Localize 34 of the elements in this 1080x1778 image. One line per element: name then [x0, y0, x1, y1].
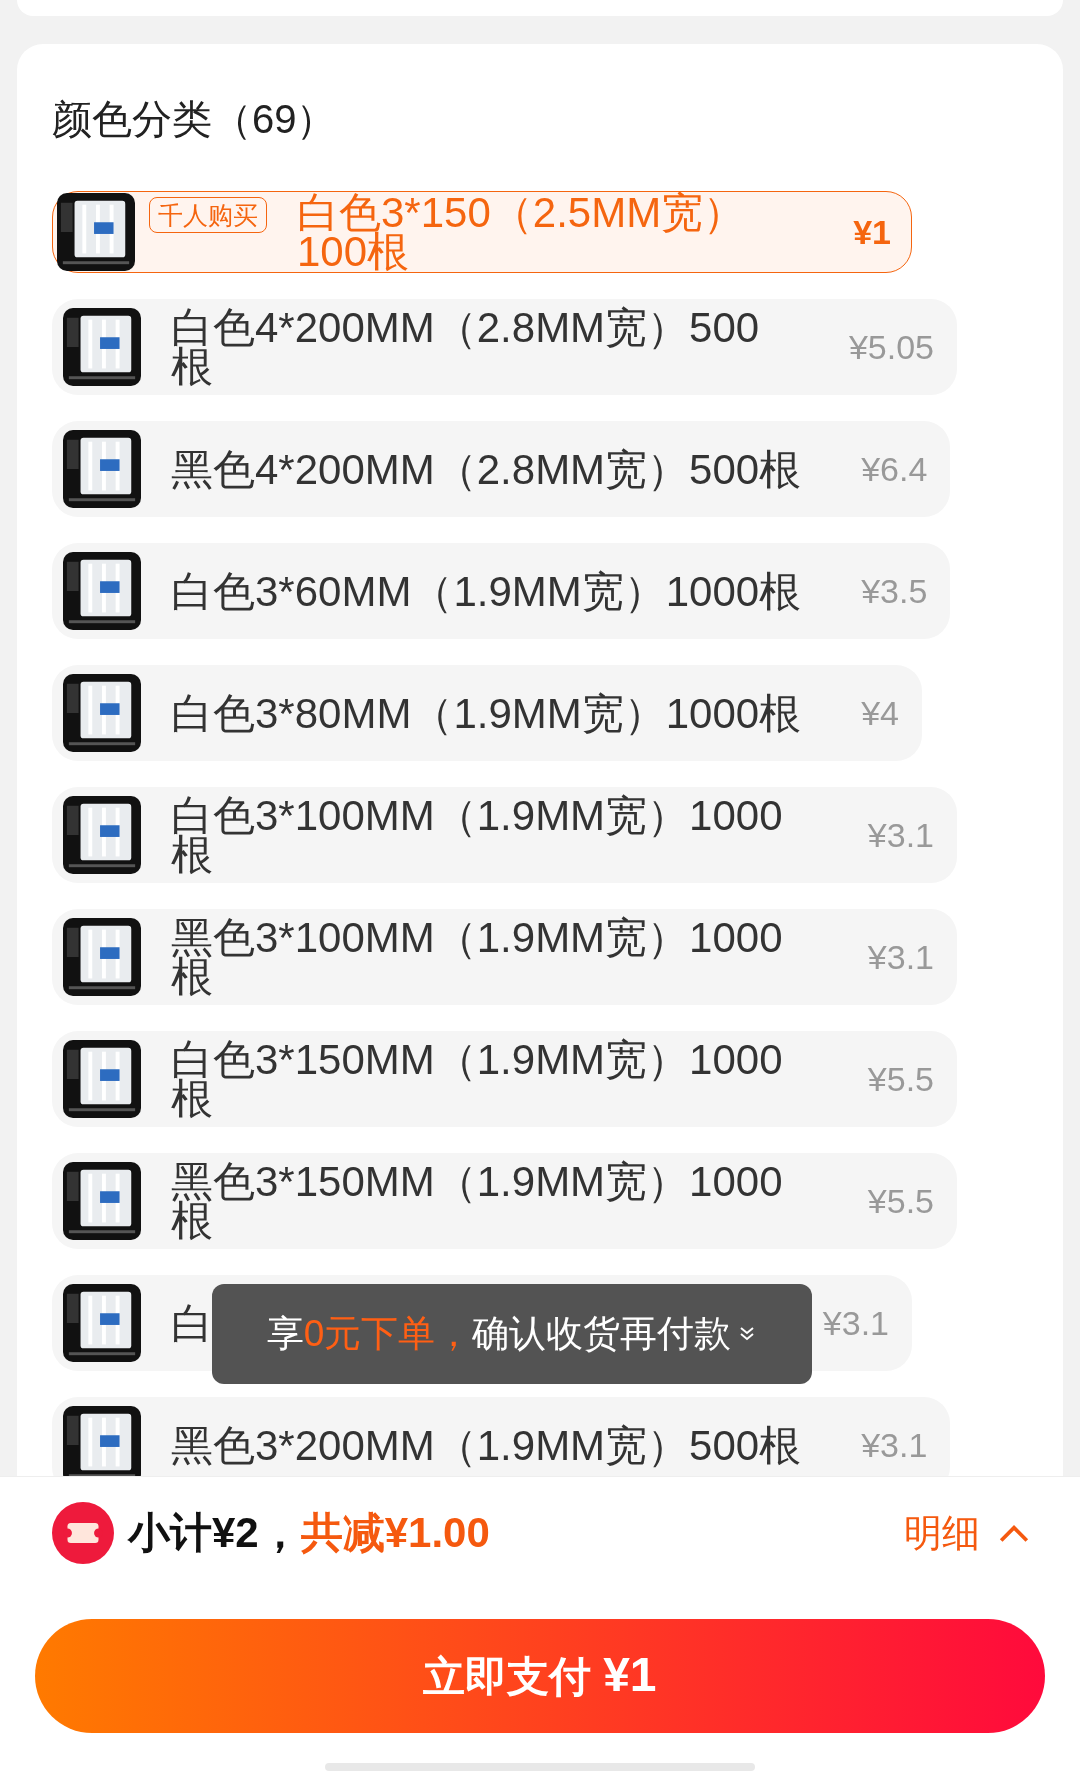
price: ¥3.1: [860, 1425, 928, 1465]
discount-text: 共减¥1.00: [300, 1508, 490, 1558]
option-row[interactable]: 白色3*150MM（1.9MM宽）1000根 ¥5.5: [52, 1031, 957, 1127]
price: ¥6.4: [860, 449, 928, 489]
option-name: 白色3*100MM（1.9MM宽）1000根: [171, 796, 784, 874]
payment-toast[interactable]: 享0元下单，确认收货再付款: [212, 1284, 812, 1384]
price: ¥3.1: [821, 1303, 889, 1343]
price: ¥5.05: [847, 327, 934, 367]
option-name: 白色4*200MM（2.8MM宽）500根: [171, 308, 761, 386]
coupon-icon: [52, 1502, 114, 1564]
option-name: 白: [171, 1303, 213, 1343]
section-title: 颜色分类（69）: [52, 96, 338, 143]
option-row[interactable]: 黑色3*100MM（1.9MM宽）1000根 ¥3.1: [52, 909, 957, 1005]
option-name: 黑色3*100MM（1.9MM宽）1000根: [171, 918, 784, 996]
option-row[interactable]: 黑色4*200MM（2.8MM宽）500根 ¥6.4: [52, 421, 951, 517]
option-row[interactable]: 白色4*200MM（2.8MM宽）500根 ¥5.05: [52, 299, 957, 395]
price: ¥5.5: [866, 1059, 934, 1099]
option-name: 白色3*150（2.5MM宽）100根: [297, 193, 747, 271]
option-row[interactable]: 白色3*60MM（1.9MM宽）1000根 ¥3.5: [52, 543, 951, 639]
badge: 千人购买: [149, 197, 267, 233]
option-row[interactable]: 白色3*100MM（1.9MM宽）1000根 ¥3.1: [52, 787, 957, 883]
price: ¥4: [860, 693, 899, 733]
subtotal-text: 小计¥2，: [128, 1508, 301, 1558]
price: ¥3.1: [866, 937, 934, 977]
price: ¥3.1: [866, 815, 934, 855]
price: ¥1: [852, 212, 891, 252]
option-name: 黑色3*150MM（1.9MM宽）1000根: [171, 1162, 784, 1240]
option-row[interactable]: 黑色3*150MM（1.9MM宽）1000根 ¥5.5: [52, 1153, 957, 1249]
price: ¥3.5: [860, 571, 928, 611]
pay-button[interactable]: 立即支付 ¥1: [35, 1619, 1045, 1733]
price: ¥5.5: [866, 1181, 934, 1221]
option-row[interactable]: 白色3*80MM（1.9MM宽）1000根 ¥4: [52, 665, 922, 761]
option-row[interactable]: 黑色3*200MM（1.9MM宽）500根 ¥3.1: [52, 1397, 951, 1476]
option-name: 白色3*150MM（1.9MM宽）1000根: [171, 1040, 784, 1118]
